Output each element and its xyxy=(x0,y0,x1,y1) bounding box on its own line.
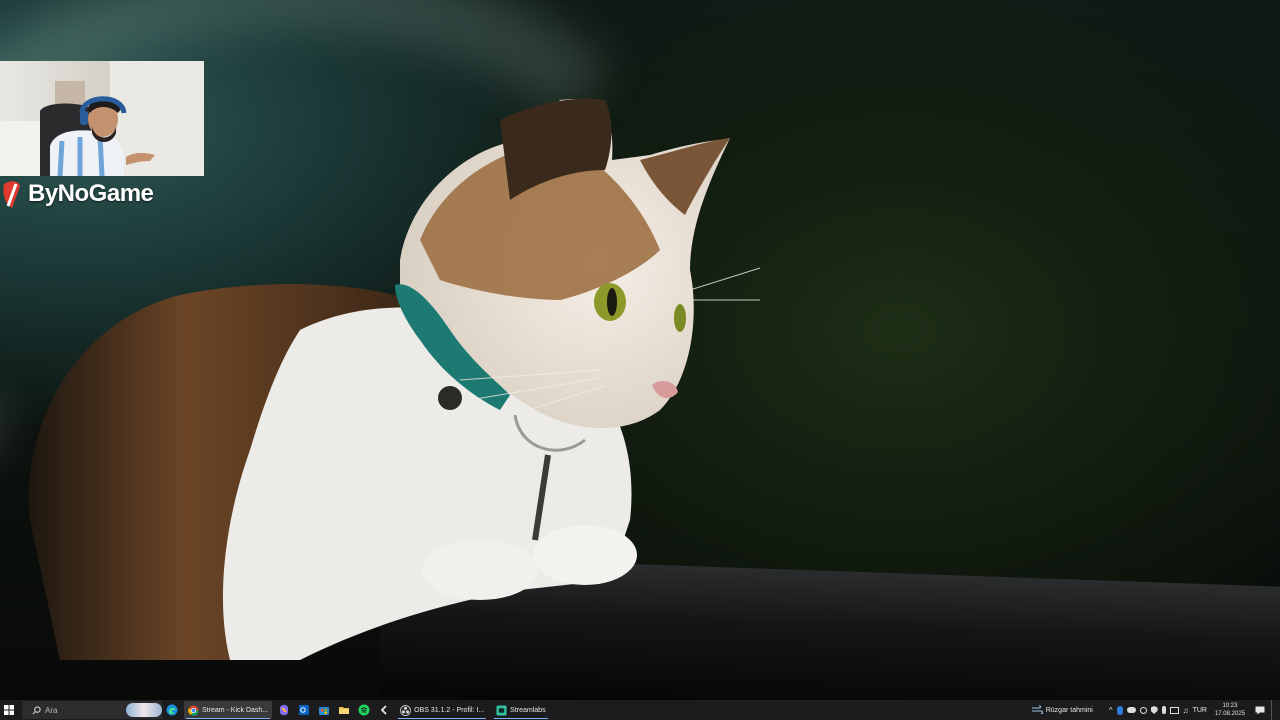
cloud-icon[interactable] xyxy=(1126,707,1136,713)
webcam-overlay xyxy=(0,61,204,176)
windows-taskbar: Ara Stream - Kick Dash... OBS 31.1.2 - P… xyxy=(0,700,1280,720)
network-icon[interactable] xyxy=(1169,706,1179,714)
chevron-up-icon[interactable]: ^ xyxy=(1109,706,1113,715)
search-icon xyxy=(32,705,41,714)
notification-icon xyxy=(1255,706,1265,714)
bynogame-logo-text: ByNoGame xyxy=(28,180,154,207)
taskbar-search-box[interactable]: Ara xyxy=(22,701,162,719)
bynogame-logo: ByNoGame xyxy=(0,177,154,211)
security-icon[interactable] xyxy=(1150,706,1158,714)
microphone-icon[interactable] xyxy=(1161,706,1166,714)
taskbar-app-streamlabs[interactable]: Streamlabs xyxy=(492,701,549,719)
search-highlight-image xyxy=(126,703,162,717)
taskbar-app-label: Stream - Kick Dash... xyxy=(202,706,269,714)
weather-widget[interactable]: Rüzgar tahmini xyxy=(1031,705,1093,715)
taskbar-app-label: Streamlabs xyxy=(510,706,546,714)
volume-icon[interactable]: ♫ xyxy=(1183,706,1189,715)
windows-start-icon xyxy=(4,705,14,715)
system-tray: Rüzgar tahmini ^ ♫ TUR 10:23 17.08.2025 xyxy=(1031,700,1280,720)
notification-center-button[interactable] xyxy=(1253,700,1267,720)
wind-weather-icon xyxy=(1031,705,1043,715)
edge-icon[interactable] xyxy=(162,700,182,720)
taskbar-app-label: OBS 31.1.2 - Profil: I... xyxy=(414,706,485,714)
clock-date: 17.08.2025 xyxy=(1214,711,1245,717)
spotify-icon[interactable] xyxy=(354,700,374,720)
show-desktop-button[interactable] xyxy=(1271,700,1276,720)
taskbar-app-chrome[interactable]: Stream - Kick Dash... xyxy=(184,701,273,719)
start-button[interactable] xyxy=(0,700,18,720)
taskbar-clock[interactable]: 10:23 17.08.2025 xyxy=(1215,702,1245,718)
file-explorer-icon[interactable] xyxy=(334,700,354,720)
copilot-icon[interactable] xyxy=(274,700,294,720)
webcam-streamer xyxy=(0,81,155,176)
bluetooth-icon[interactable] xyxy=(1116,705,1123,715)
outlook-icon[interactable] xyxy=(294,700,314,720)
store-icon[interactable] xyxy=(314,700,334,720)
app-icon[interactable] xyxy=(374,700,394,720)
weather-text: Rüzgar tahmini xyxy=(1045,706,1093,714)
search-placeholder: Ara xyxy=(45,705,58,715)
obs-icon xyxy=(400,704,412,716)
streamlabs-icon xyxy=(496,704,507,716)
language-indicator[interactable]: TUR xyxy=(1193,707,1207,714)
taskbar-app-obs[interactable]: OBS 31.1.2 - Profil: I... xyxy=(396,701,488,719)
chrome-icon xyxy=(188,704,199,716)
app-tray-icon[interactable] xyxy=(1139,706,1147,714)
clock-time: 10:23 xyxy=(1222,703,1238,709)
bynogame-logo-icon xyxy=(3,181,21,208)
